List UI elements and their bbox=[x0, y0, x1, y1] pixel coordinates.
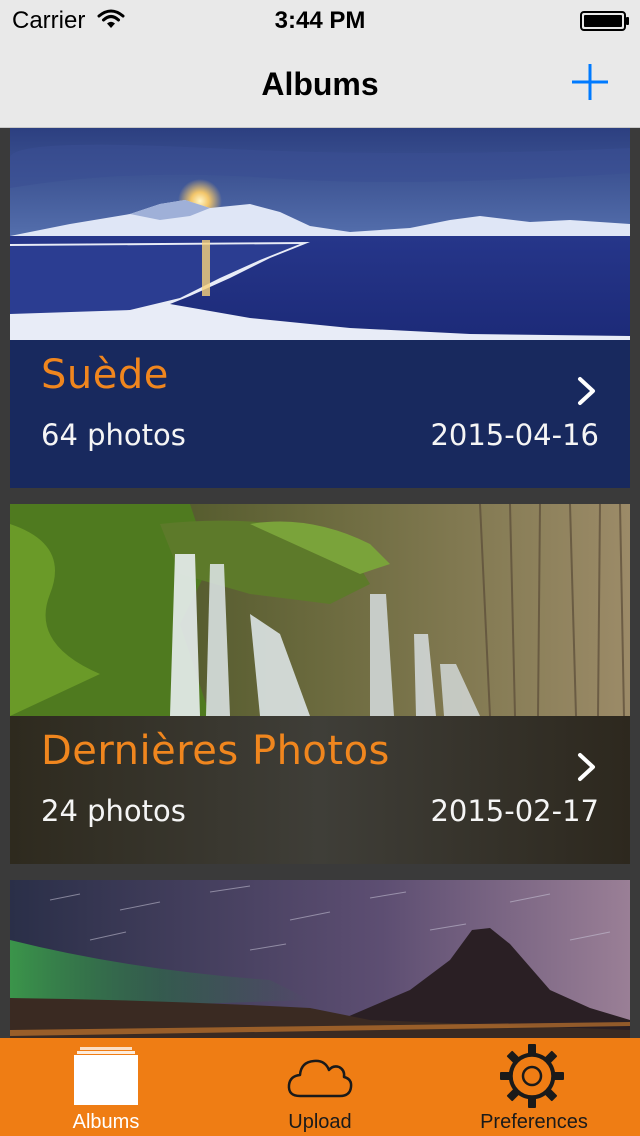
tab-label: Preferences bbox=[480, 1111, 588, 1133]
chevron-right-icon bbox=[578, 753, 595, 781]
gear-icon bbox=[500, 1044, 564, 1108]
tab-preferences[interactable]: Preferences bbox=[428, 1038, 640, 1136]
album-cover-image bbox=[10, 504, 630, 716]
tab-label: Albums bbox=[72, 1111, 140, 1133]
cloud-icon bbox=[287, 1059, 353, 1098]
album-cover-image bbox=[10, 880, 630, 1038]
tab-bar: Albums Upload Preferences bbox=[0, 1038, 640, 1136]
tab-label: Upload bbox=[288, 1111, 352, 1133]
album-title: Suède bbox=[41, 352, 169, 398]
add-album-button[interactable] bbox=[566, 58, 614, 106]
album-card-dernieres-photos[interactable]: Dernières Photos 24 photos 2015-02-17 bbox=[10, 504, 630, 864]
battery-full-icon bbox=[580, 11, 629, 31]
album-date: 2015-02-17 bbox=[430, 794, 599, 828]
tab-upload[interactable]: Upload bbox=[214, 1038, 426, 1136]
status-bar: Carrier 3:44 PM bbox=[0, 0, 640, 40]
album-info-panel: Dernières Photos 24 photos 2015-02-17 bbox=[10, 716, 630, 864]
navigation-bar: Carrier 3:44 PM Albums bbox=[0, 0, 640, 128]
album-card-suede[interactable]: Suède 64 photos 2015-04-16 bbox=[10, 128, 630, 488]
tab-albums[interactable]: Albums bbox=[0, 1038, 212, 1136]
status-time: 3:44 PM bbox=[274, 7, 366, 34]
album-list[interactable]: Suède 64 photos 2015-04-16 Dernières Pho… bbox=[0, 0, 640, 1136]
chevron-right-icon bbox=[578, 377, 595, 405]
album-card-third[interactable] bbox=[10, 880, 630, 1038]
albums-stack-icon bbox=[74, 1047, 138, 1105]
album-cover-image bbox=[10, 128, 630, 340]
page-title: Albums bbox=[261, 66, 379, 102]
album-photo-count: 24 photos bbox=[41, 794, 186, 828]
album-date: 2015-04-16 bbox=[430, 418, 599, 452]
album-info-panel: Suède 64 photos 2015-04-16 bbox=[10, 340, 630, 488]
album-photo-count: 64 photos bbox=[41, 418, 186, 452]
album-title: Dernières Photos bbox=[41, 728, 390, 774]
